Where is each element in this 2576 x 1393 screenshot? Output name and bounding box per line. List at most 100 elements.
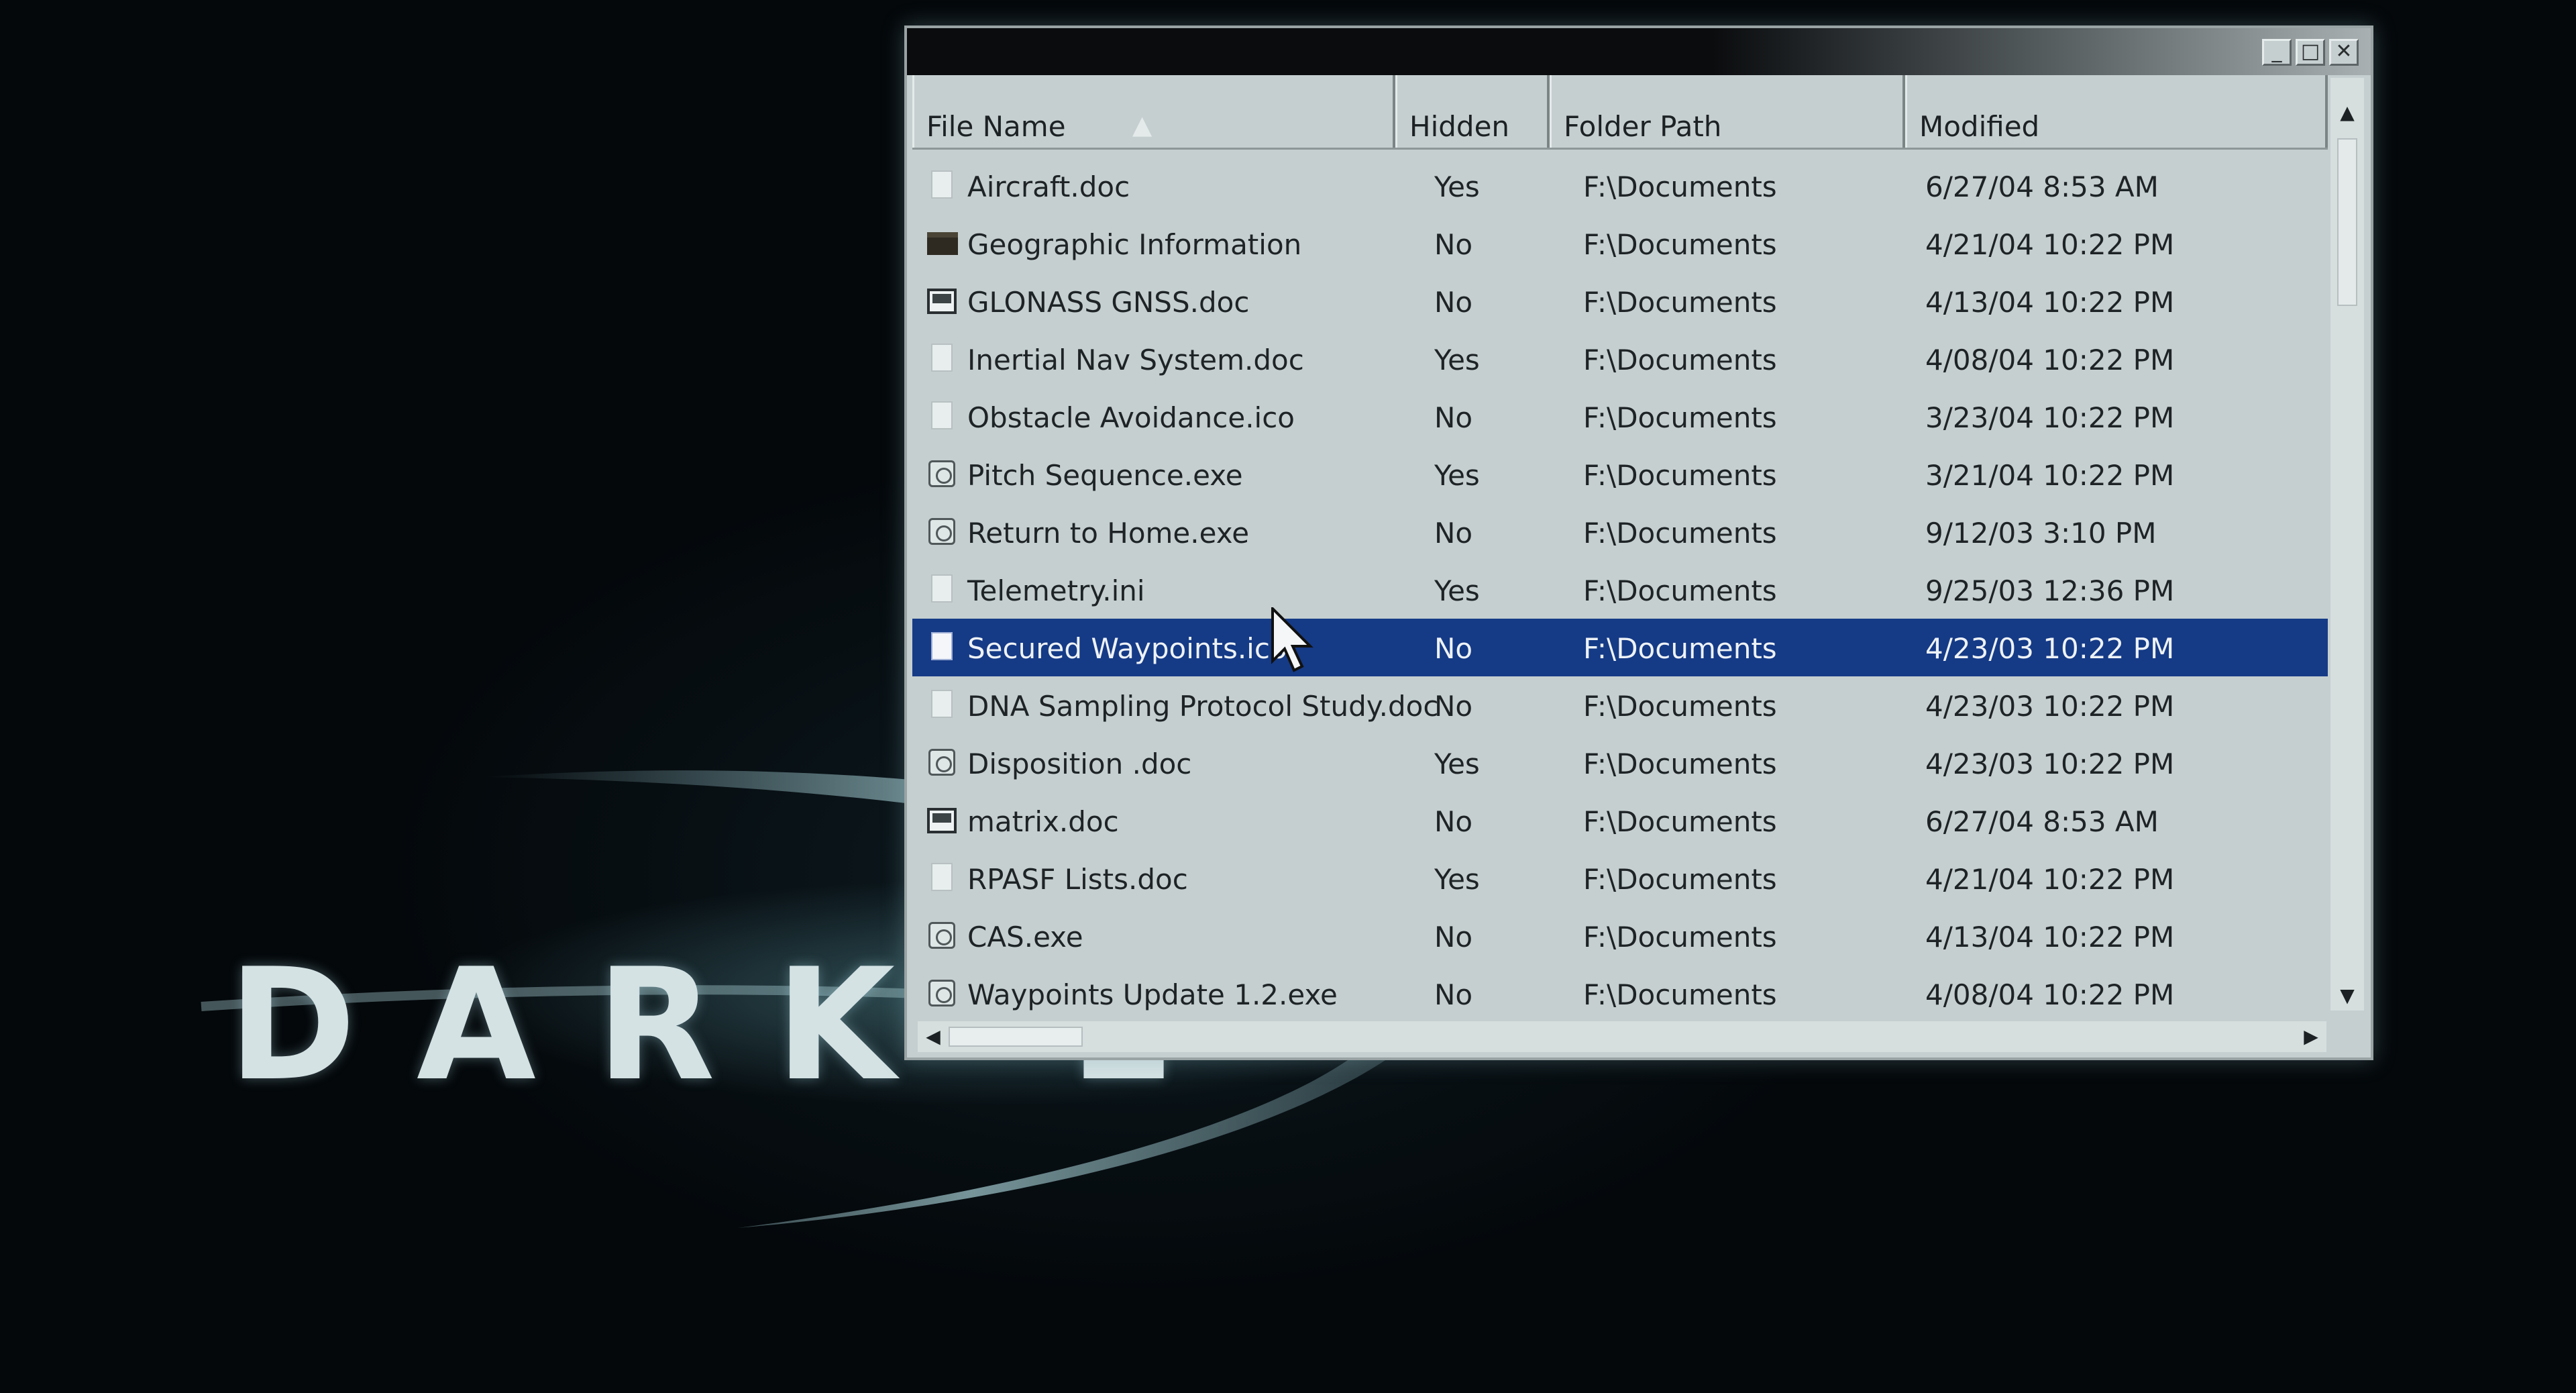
minimize-button[interactable]: _ [2262, 39, 2292, 66]
modified-date: 4/13/04 10:22 PM [1925, 921, 2175, 953]
hidden-flag: No [1434, 805, 1473, 838]
window-titlebar[interactable]: _ □ ✕ [907, 28, 2371, 75]
file-name: GLONASS GNSS.doc [967, 286, 1250, 319]
hidden-flag: No [1434, 978, 1473, 1011]
column-header-label: Hidden [1409, 110, 1510, 143]
file-name: Telemetry.ini [967, 574, 1145, 607]
hidden-flag: No [1434, 632, 1473, 665]
file-row[interactable]: Pitch Sequence.exe Yes F:\Documents 3/21/04… [912, 446, 2328, 503]
column-header-label: Modified [1919, 110, 2040, 143]
document-icon [927, 170, 958, 201]
hidden-flag: Yes [1434, 344, 1480, 376]
hidden-flag: Yes [1434, 863, 1480, 896]
folder-path: F:\Documents [1583, 517, 1777, 550]
column-header-folder-path[interactable]: Folder Path [1550, 75, 1905, 148]
file-name: Waypoints Update 1.2.exe [967, 978, 1338, 1011]
image-icon [927, 286, 958, 317]
scroll-left-icon[interactable]: ◀ [918, 1021, 949, 1052]
modified-date: 3/21/04 10:22 PM [1925, 459, 2175, 492]
file-row[interactable]: Geographic Information No F:\Documents 4/21… [912, 215, 2328, 272]
file-name: RPASF Lists.doc [967, 863, 1188, 896]
executable-icon [927, 747, 958, 778]
horizontal-scroll-thumb[interactable] [949, 1027, 1083, 1047]
file-row[interactable]: Telemetry.ini Yes F:\Documents 9/25/03 12:3… [912, 561, 2328, 619]
file-list: Aircraft.doc Yes F:\Documents 6/27/04 8:53 … [912, 157, 2328, 1036]
column-header-hidden[interactable]: Hidden [1395, 75, 1550, 148]
file-row[interactable]: Inertial Nav System.doc Yes F:\Documents 4/… [912, 330, 2328, 388]
folder-path: F:\Documents [1583, 921, 1777, 953]
file-row[interactable]: DNA Sampling Protocol Study.doc No F:\Docu… [912, 676, 2328, 734]
folder-path: F:\Documents [1583, 863, 1777, 896]
executable-icon [927, 517, 958, 548]
executable-icon [927, 921, 958, 951]
image-icon [927, 805, 958, 836]
folder-path: F:\Documents [1583, 344, 1777, 376]
folder-path: F:\Documents [1583, 574, 1777, 607]
folder-path: F:\Documents [1583, 805, 1777, 838]
document-icon [927, 690, 958, 721]
modified-date: 6/27/04 8:53 AM [1925, 805, 2159, 838]
sort-ascending-icon: ▲ [1132, 110, 1152, 140]
file-row[interactable]: Secured Waypoints.ico No F:\Documents 4/23/… [912, 619, 2328, 676]
hidden-flag: No [1434, 921, 1473, 953]
file-row[interactable]: Waypoints Update 1.2.exe No F:\Documents 4/… [912, 965, 2328, 1023]
file-name: Pitch Sequence.exe [967, 459, 1243, 492]
scroll-up-icon[interactable]: ▲ [2330, 98, 2364, 127]
hidden-flag: Yes [1434, 459, 1480, 492]
folder-path: F:\Documents [1583, 632, 1777, 665]
folder-path: F:\Documents [1583, 690, 1777, 723]
folder-path: F:\Documents [1583, 978, 1777, 1011]
modified-date: 4/08/04 10:22 PM [1925, 344, 2175, 376]
column-header-label: Folder Path [1564, 110, 1722, 143]
file-name: CAS.exe [967, 921, 1083, 953]
file-name: DNA Sampling Protocol Study.doc [967, 690, 1439, 723]
file-row[interactable]: Disposition .doc Yes F:\Documents 4/23/03 1… [912, 734, 2328, 792]
file-row[interactable]: Aircraft.doc Yes F:\Documents 6/27/04 8:53 … [912, 157, 2328, 215]
file-name: Geographic Information [967, 228, 1302, 261]
horizontal-scrollbar[interactable]: ◀ ▶ [918, 1021, 2326, 1052]
file-name: Inertial Nav System.doc [967, 344, 1304, 376]
modified-date: 4/08/04 10:22 PM [1925, 978, 2175, 1011]
hidden-flag: No [1434, 690, 1473, 723]
modified-date: 4/23/03 10:22 PM [1925, 632, 2175, 665]
hidden-flag: Yes [1434, 747, 1480, 780]
modified-date: 4/23/03 10:22 PM [1925, 690, 2175, 723]
modified-date: 9/12/03 3:10 PM [1925, 517, 2157, 550]
scroll-down-icon[interactable]: ▼ [2330, 981, 2364, 1011]
executable-icon [927, 459, 958, 490]
file-row[interactable]: matrix.doc No F:\Documents 6/27/04 8:53 AM [912, 792, 2328, 849]
scroll-right-icon[interactable]: ▶ [2296, 1021, 2326, 1052]
modified-date: 4/21/04 10:22 PM [1925, 228, 2175, 261]
file-name: matrix.doc [967, 805, 1119, 838]
modified-date: 4/13/04 10:22 PM [1925, 286, 2175, 319]
hidden-flag: No [1434, 286, 1473, 319]
executable-icon [927, 978, 958, 1009]
document-icon [927, 863, 958, 894]
vertical-scroll-thumb[interactable] [2337, 138, 2357, 306]
column-header-label: File Name [926, 110, 1066, 143]
file-row[interactable]: GLONASS GNSS.doc No F:\Documents 4/13/04 10… [912, 272, 2328, 330]
modified-date: 3/23/04 10:22 PM [1925, 401, 2175, 434]
file-row[interactable]: CAS.exe No F:\Documents 4/13/04 10:22 PM [912, 907, 2328, 965]
mouse-pointer-icon [1271, 607, 1313, 672]
hidden-flag: No [1434, 517, 1473, 550]
file-name: Obstacle Avoidance.ico [967, 401, 1295, 434]
modified-date: 4/23/03 10:22 PM [1925, 747, 2175, 780]
folder-path: F:\Documents [1583, 170, 1777, 203]
maximize-button[interactable]: □ [2296, 39, 2325, 66]
hidden-flag: Yes [1434, 170, 1480, 203]
document-icon [927, 632, 958, 663]
folder-path: F:\Documents [1583, 228, 1777, 261]
file-row[interactable]: RPASF Lists.doc Yes F:\Documents 4/21/04 10… [912, 849, 2328, 907]
close-button[interactable]: ✕ [2329, 39, 2359, 66]
file-list-window: _ □ ✕ File Name ▲ Hidden Folder Path Mod… [904, 25, 2373, 1060]
column-header-row: File Name ▲ Hidden Folder Path Modified [912, 75, 2328, 150]
file-row[interactable]: Obstacle Avoidance.ico No F:\Documents 3/23… [912, 388, 2328, 446]
column-header-modified[interactable]: Modified [1905, 75, 2328, 148]
vertical-scrollbar[interactable]: ▲ ▼ [2330, 78, 2364, 1011]
folder-path: F:\Documents [1583, 747, 1777, 780]
column-header-file-name[interactable]: File Name ▲ [912, 75, 1395, 148]
modified-date: 6/27/04 8:53 AM [1925, 170, 2159, 203]
folder-path: F:\Documents [1583, 286, 1777, 319]
file-row[interactable]: Return to Home.exe No F:\Documents 9/12/03 … [912, 503, 2328, 561]
